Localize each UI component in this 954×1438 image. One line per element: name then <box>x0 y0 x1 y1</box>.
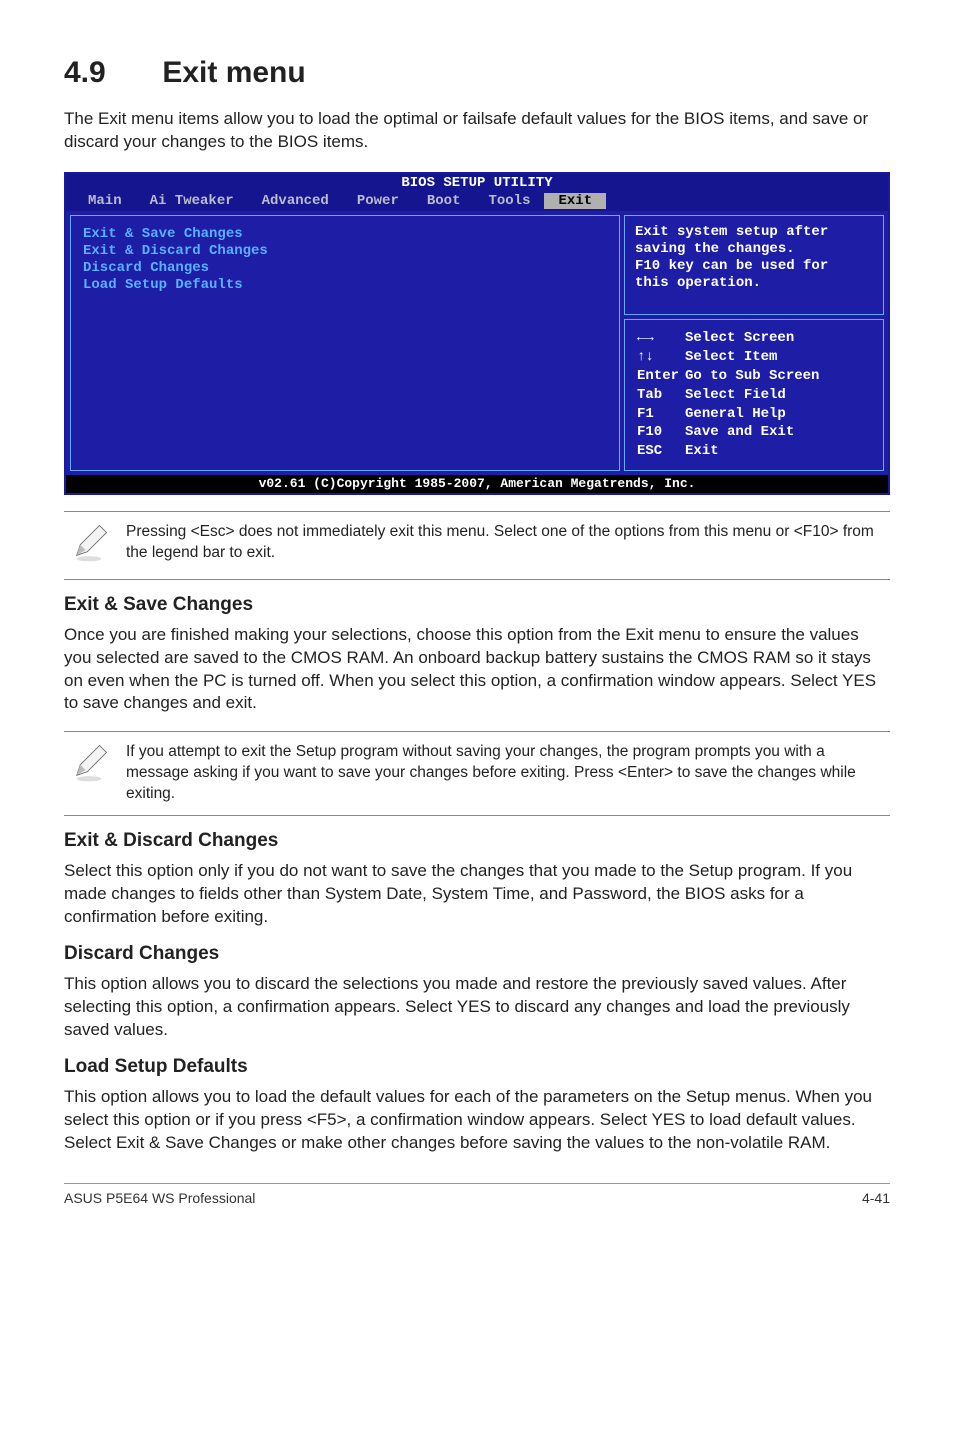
body-paragraph: Select this option only if you do not wa… <box>64 860 890 929</box>
legend-key: ESC <box>637 443 683 460</box>
subheading-discard: Discard Changes <box>64 943 890 965</box>
section-number: 4.9 <box>64 56 154 90</box>
body-paragraph: Once you are finished making your select… <box>64 624 890 716</box>
bios-menu-item[interactable]: Exit & Discard Changes <box>83 243 607 260</box>
note-block: Pressing <Esc> does not immediately exit… <box>64 511 890 580</box>
bios-tab-main[interactable]: Main <box>74 193 136 210</box>
bios-tab-boot[interactable]: Boot <box>413 193 475 210</box>
bios-help-line: F10 key can be used for <box>635 258 873 275</box>
legend-key: F1 <box>637 406 683 423</box>
bios-copyright-footer: v02.61 (C)Copyright 1985-2007, American … <box>66 475 888 493</box>
legend-label: Save and Exit <box>685 424 823 441</box>
legend-label: Go to Sub Screen <box>685 368 823 385</box>
arrows-lr-icon: ←→ <box>637 330 683 347</box>
subheading-load-defaults: Load Setup Defaults <box>64 1056 890 1078</box>
legend-row: EnterGo to Sub Screen <box>637 368 823 385</box>
bios-title: BIOS SETUP UTILITY <box>66 174 888 193</box>
legend-key: Enter <box>637 368 683 385</box>
bios-window: BIOS SETUP UTILITY Main Ai Tweaker Advan… <box>64 172 890 495</box>
legend-key: F10 <box>637 424 683 441</box>
legend-label: Select Item <box>685 349 823 366</box>
section-title: Exit menu <box>162 56 305 89</box>
note-block: If you attempt to exit the Setup program… <box>64 731 890 816</box>
arrows-ud-icon: ↑↓ <box>637 349 683 366</box>
body-paragraph: This option allows you to load the defau… <box>64 1086 890 1155</box>
note-text: Pressing <Esc> does not immediately exit… <box>126 522 890 564</box>
bios-help-pane: Exit system setup after saving the chang… <box>624 215 884 315</box>
note-text: If you attempt to exit the Setup program… <box>126 742 890 805</box>
section-heading: 4.9 Exit menu <box>64 56 890 90</box>
legend-label: Exit <box>685 443 823 460</box>
bios-menu-item[interactable]: Exit & Save Changes <box>83 226 607 243</box>
bios-menu-item[interactable]: Load Setup Defaults <box>83 277 607 294</box>
footer-page-number: 4-41 <box>862 1190 890 1206</box>
bios-tab-advanced[interactable]: Advanced <box>248 193 343 210</box>
bios-tab-tools[interactable]: Tools <box>474 193 544 210</box>
bios-tab-exit[interactable]: Exit <box>544 193 606 210</box>
legend-key: Tab <box>637 387 683 404</box>
bios-key-legend: ←→Select Screen ↑↓Select Item EnterGo to… <box>624 319 884 471</box>
footer-product: ASUS P5E64 WS Professional <box>64 1190 255 1206</box>
bios-tab-power[interactable]: Power <box>343 193 413 210</box>
subheading-exit-discard: Exit & Discard Changes <box>64 830 890 852</box>
bios-help-line: Exit system setup after <box>635 224 873 241</box>
page-footer: ASUS P5E64 WS Professional 4-41 <box>64 1183 890 1206</box>
legend-label: General Help <box>685 406 823 423</box>
bios-tab-ai-tweaker[interactable]: Ai Tweaker <box>136 193 248 210</box>
bios-help-line: this operation. <box>635 275 873 292</box>
legend-row: TabSelect Field <box>637 387 823 404</box>
legend-row: F1General Help <box>637 406 823 423</box>
legend-row: ←→Select Screen <box>637 330 823 347</box>
bios-menu-pane: Exit & Save Changes Exit & Discard Chang… <box>70 215 620 471</box>
legend-label: Select Screen <box>685 330 823 347</box>
legend-row: ↑↓Select Item <box>637 349 823 366</box>
bios-menu-item[interactable]: Discard Changes <box>83 260 607 277</box>
pencil-icon <box>68 742 110 789</box>
bios-help-line: saving the changes. <box>635 241 873 258</box>
pencil-icon <box>68 522 110 569</box>
body-paragraph: This option allows you to discard the se… <box>64 973 890 1042</box>
bios-tab-bar: Main Ai Tweaker Advanced Power Boot Tool… <box>66 193 888 212</box>
intro-paragraph: The Exit menu items allow you to load th… <box>64 108 890 154</box>
legend-label: Select Field <box>685 387 823 404</box>
legend-row: ESCExit <box>637 443 823 460</box>
subheading-exit-save: Exit & Save Changes <box>64 594 890 616</box>
legend-row: F10Save and Exit <box>637 424 823 441</box>
